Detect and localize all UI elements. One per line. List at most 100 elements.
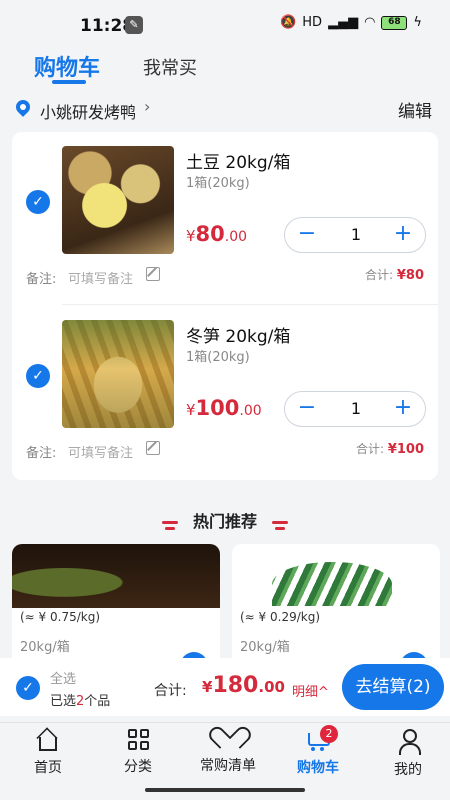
decor-dash-left [161,521,178,530]
tab-cart[interactable]: 购物车 [34,50,100,82]
product-price: ¥100.00 [186,396,262,420]
quantity-stepper: − 1 + [284,391,426,427]
nav-label: 分类 [124,759,152,775]
battery-icon: 68 [381,15,408,30]
total-integer: 180 [212,673,259,698]
recommend-unit-price: (≈ ¥ 0.75/kg) [20,610,101,624]
selected-suffix: 个品 [84,694,111,709]
note-input[interactable]: 可填写备注 [68,442,133,461]
cart-icon: 2 [306,725,338,751]
status-icons: 🔕 HD ▂▄▆ ◠ 68 ϟ [280,15,422,30]
total-currency: ¥ [202,678,213,696]
increase-button[interactable]: + [381,218,425,252]
item-subtotal: 合计: ¥100 [356,440,424,457]
edit-button[interactable]: 编辑 [398,97,432,122]
note-input[interactable]: 可填写备注 [68,268,133,287]
leaves-shape [272,562,392,606]
location-pin-icon [13,97,33,117]
product-name[interactable]: 冬笋 20kg/箱 [186,322,290,347]
quantity-value[interactable]: 1 [335,392,377,426]
subtotal-amount: ¥80 [396,268,424,283]
price-integer: 100 [195,396,240,420]
nav-item-category[interactable]: 分类 [98,729,178,776]
checkout-bar: ✓ 全选 已选2个品 合计: ¥180.00 明细^ 去结算(2) [0,658,450,716]
price-currency: ¥ [186,401,196,419]
item-checkbox[interactable]: ✓ [26,364,50,388]
price-decimal: .00 [239,403,262,419]
heart-icon [217,729,239,749]
item-divider [62,304,438,305]
edit-note-icon[interactable] [146,267,160,281]
note-label: 备注: [26,272,57,287]
recommend-image-beans[interactable] [12,544,220,608]
nav-item-favorites[interactable]: 常购清单 [188,729,268,775]
cart-item: ✓ 土豆 20kg/箱 1箱(20kg) ¥80.00 − 1 + 备注: 可填… [12,132,438,306]
recommend-image-greens[interactable] [232,544,440,608]
selected-prefix: 已选 [50,694,77,709]
tab-frequent[interactable]: 我常买 [143,54,197,80]
signal-icon: ▂▄▆ [328,15,359,30]
total-decimal: .00 [258,678,285,696]
store-name[interactable]: 小姚研发烤鸭 [40,99,136,123]
note-label: 备注: [26,446,57,461]
subtotal-label: 合计: [364,268,394,282]
home-icon [39,737,57,751]
checkout-button[interactable]: 去结算(2) [342,664,444,710]
image-shading [62,320,174,428]
edit-note-icon[interactable] [146,441,160,455]
recommend-card[interactable]: (≈ ¥ 0.75/kg) 20kg/箱 [12,544,220,674]
subtotal-label: 合计: [355,442,384,456]
product-image-bamboo-shoot[interactable] [62,320,174,428]
total-label: 合计: [154,683,187,699]
store-bar: 小姚研发烤鸭 › 编辑 [0,92,450,124]
select-all-label[interactable]: 全选 [50,668,76,687]
product-spec: 1箱(20kg) [186,350,250,365]
charging-icon: ϟ [413,15,422,30]
chevron-right-icon[interactable]: › [144,97,150,116]
recommend-header: 热门推荐 [0,508,450,532]
tab-active-indicator [52,80,86,84]
select-all-checkbox[interactable]: ✓ [16,676,40,700]
recommend-title: 热门推荐 [192,512,257,531]
nav-item-home[interactable]: 首页 [8,729,88,777]
total-amount: ¥180.00 [202,673,285,698]
nav-label: 首页 [34,760,62,776]
product-name[interactable]: 土豆 20kg/箱 [186,148,290,173]
decor-dash-right [272,521,289,530]
user-icon [397,729,421,755]
product-spec: 1箱(20kg) [186,176,250,191]
detail-toggle[interactable]: 明细^ [292,681,329,700]
status-bar: 11:28 ✎ 🔕 HD ▂▄▆ ◠ 68 ϟ [0,0,450,44]
nav-label: 购物车 [297,760,339,776]
network-label: HD [302,15,323,30]
grid-icon [127,729,149,750]
recommend-spec: 20kg/箱 [240,640,290,655]
recommend-spec: 20kg/箱 [20,640,70,655]
decrease-button[interactable]: − [285,392,329,426]
wifi-icon: ◠ [364,15,376,30]
nav-label: 常购清单 [200,758,256,774]
selected-count: 已选2个品 [50,690,110,709]
item-checkbox[interactable]: ✓ [26,190,50,214]
subtotal-amount: ¥100 [387,442,424,457]
home-indicator [145,788,305,792]
price-integer: 80 [195,222,225,246]
quantity-stepper: − 1 + [284,217,426,253]
mute-icon: 🔕 [280,15,297,30]
product-image-potato[interactable] [62,146,174,254]
decrease-button[interactable]: − [285,218,329,252]
recommend-card[interactable]: (≈ ¥ 0.29/kg) 20kg/箱 [232,544,440,674]
cart-badge: 2 [320,725,338,743]
cart-item: ✓ 冬笋 20kg/箱 1箱(20kg) ¥100.00 − 1 + 备注: 可… [12,306,438,480]
price-currency: ¥ [186,227,196,245]
product-price: ¥80.00 [186,222,247,246]
cart-list: ✓ 土豆 20kg/箱 1箱(20kg) ¥80.00 − 1 + 备注: 可填… [12,132,438,480]
increase-button[interactable]: + [381,392,425,426]
cart-tabs: 购物车 我常买 [0,44,450,88]
nav-item-cart[interactable]: 2 购物车 [278,725,358,777]
price-decimal: .00 [224,229,248,245]
nav-item-profile[interactable]: 我的 [368,729,448,779]
quantity-value[interactable]: 1 [335,218,377,252]
nav-label: 我的 [394,762,422,778]
app-notification-icon: ✎ [125,16,143,34]
